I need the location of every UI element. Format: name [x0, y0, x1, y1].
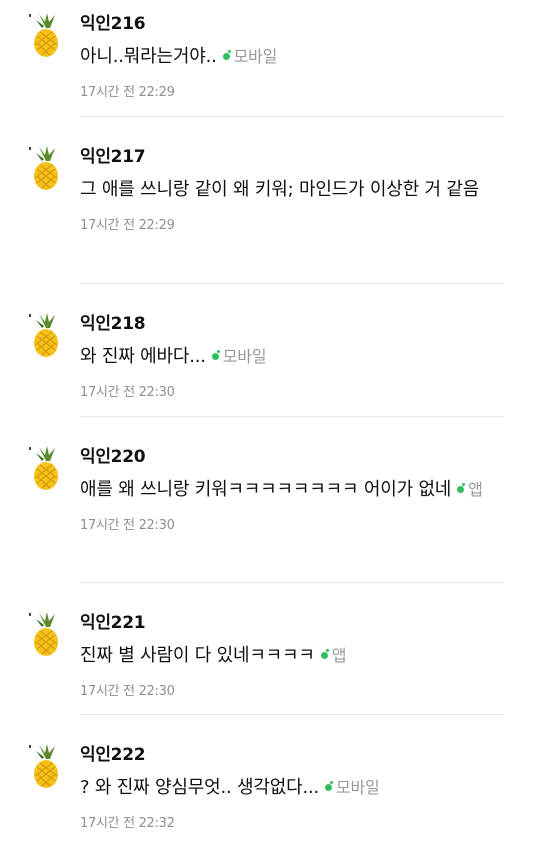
- pineapple-icon: [29, 146, 58, 190]
- comment-text: 애를 왜 쓰니랑 키워ㅋㅋㅋㅋㅋㅋㅋㅋ 어이가 없네: [80, 479, 452, 500]
- comment-time: 17시간 전 22:32: [80, 816, 175, 831]
- comment-author: 익인221: [80, 613, 146, 633]
- comment-text-line: 와 진짜 에바다... 모바일: [80, 340, 520, 373]
- comment-text-line: ? 와 진짜 양심무엇.. 생각없다... 모바일: [80, 771, 520, 804]
- pineapple-icon: [29, 313, 58, 357]
- comment-time: 17시간 전 22:29: [80, 85, 175, 100]
- comment-text: 아니..뭐라는거야..: [80, 46, 217, 67]
- divider: [80, 582, 504, 583]
- comment-text-line: 그 애를 쓰니랑 같이 왜 키워; 마인드가 이상한 거 같음: [80, 173, 520, 206]
- comment-text-line: 애를 왜 쓰니랑 키워ㅋㅋㅋㅋㅋㅋㅋㅋ 어이가 없네 앱: [80, 473, 520, 506]
- device-dot-icon: [325, 780, 334, 791]
- comment-text: 진짜 별 사람이 다 있네ㅋㅋㅋㅋ: [80, 645, 315, 666]
- pineapple-icon: [29, 612, 58, 656]
- divider: [80, 714, 504, 715]
- comment-text: ? 와 진짜 양심무엇.. 생각없다...: [80, 777, 320, 798]
- comment-author: 익인217: [80, 147, 146, 167]
- device-label: 모바일: [336, 778, 380, 797]
- comment-author: 익인218: [80, 314, 146, 334]
- comment-text: 와 진짜 에바다...: [80, 346, 206, 367]
- comment-text-line: 아니..뭐라는거야.. 모바일: [80, 40, 520, 73]
- comment-time: 17시간 전 22:30: [80, 684, 175, 699]
- device-dot-icon: [457, 482, 466, 493]
- divider: [80, 116, 504, 117]
- device-dot-icon: [211, 349, 220, 360]
- comment-time: 17시간 전 22:30: [80, 518, 175, 533]
- device-label: 모바일: [233, 47, 278, 66]
- device-label: 앱: [468, 480, 483, 499]
- comment-text-line: 진짜 별 사람이 다 있네ㅋㅋㅋㅋ 앱: [80, 639, 520, 672]
- pineapple-icon: [29, 744, 58, 788]
- comment-author: 익인220: [80, 447, 146, 467]
- comment-author: 익인216: [80, 14, 146, 34]
- pineapple-icon: [29, 446, 58, 490]
- divider: [80, 416, 504, 417]
- pineapple-icon: [29, 13, 58, 57]
- device-dot-icon: [320, 648, 329, 659]
- divider: [80, 283, 504, 284]
- device-label: 앱: [331, 646, 347, 665]
- comment-time: 17시간 전 22:30: [80, 385, 175, 400]
- device-label: 모바일: [222, 347, 267, 366]
- comment-author: 익인222: [80, 745, 146, 765]
- device-dot-icon: [222, 49, 231, 60]
- comment-time: 17시간 전 22:29: [80, 218, 175, 233]
- comment-text: 그 애를 쓰니랑 같이 왜 키워; 마인드가 이상한 거 같음: [80, 179, 480, 200]
